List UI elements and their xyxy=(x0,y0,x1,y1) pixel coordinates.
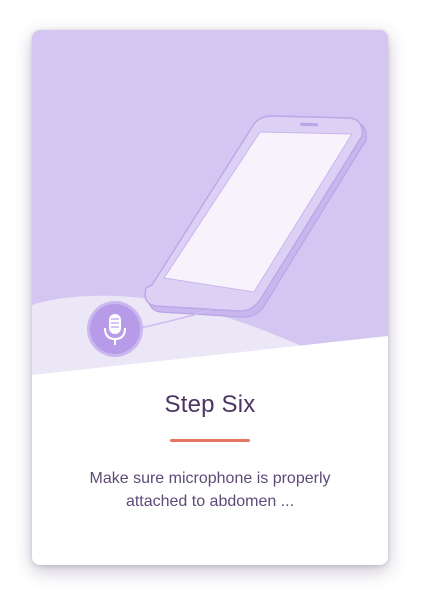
step-title: Step Six xyxy=(164,391,256,418)
step-card: Step Six Make sure microphone is properl… xyxy=(32,30,388,565)
illustration-canvas xyxy=(32,30,388,375)
phone-speaker xyxy=(299,122,318,127)
microphone-icon xyxy=(90,304,140,354)
accent-divider xyxy=(170,439,250,442)
description-line-2: attached to abdomen ... xyxy=(125,493,295,510)
step-description: Make sure microphone is properly attache… xyxy=(62,467,358,513)
description-line-1: Make sure microphone is properly xyxy=(89,470,331,487)
microphone-badge xyxy=(90,304,140,354)
step-illustration xyxy=(32,30,388,375)
